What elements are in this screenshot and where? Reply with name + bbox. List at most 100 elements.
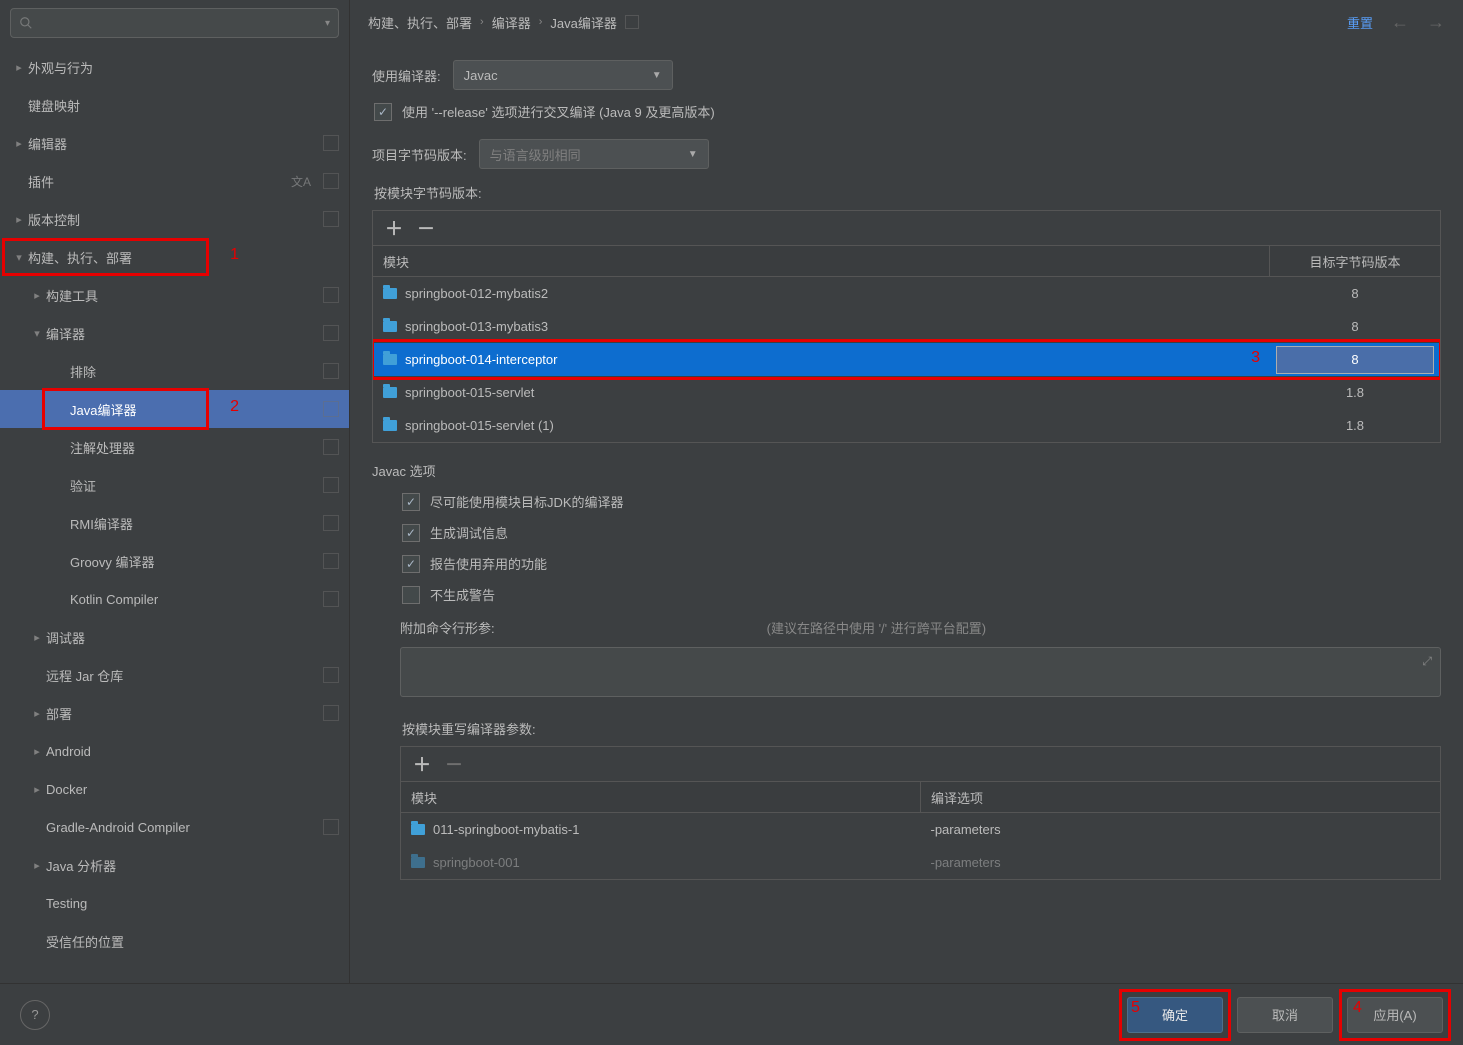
scope-icon — [323, 819, 339, 835]
chevron-right-icon: › — [539, 16, 543, 28]
sidebar-item-label: Java 分析器 — [46, 856, 339, 875]
sidebar-item-label: Gradle-Android Compiler — [46, 820, 317, 835]
scope-icon — [323, 591, 339, 607]
sidebar-item[interactable]: ▸Java 分析器 — [0, 846, 349, 884]
sidebar-item[interactable]: ▸注解处理器 — [0, 428, 349, 466]
breadcrumb-part[interactable]: 构建、执行、部署 — [368, 13, 472, 32]
sidebar-item[interactable]: ▸部署 — [0, 694, 349, 732]
sidebar-item-label: Testing — [46, 896, 339, 911]
target-version[interactable]: 8 — [1270, 344, 1440, 376]
chevron-right-icon: ▸ — [28, 859, 46, 872]
chevron-right-icon: ▸ — [28, 745, 46, 758]
target-version[interactable]: 1.8 — [1270, 418, 1440, 433]
checkbox-label: 尽可能使用模块目标JDK的编译器 — [430, 492, 624, 511]
add-button[interactable]: ＋ — [385, 215, 403, 241]
table-row[interactable]: springboot-013-mybatis38 — [373, 310, 1440, 343]
table-row[interactable]: springboot-001-parameters — [401, 846, 1440, 879]
table-row[interactable]: 011-springboot-mybatis-1-parameters — [401, 813, 1440, 846]
sidebar-item-label: Docker — [46, 782, 339, 797]
sidebar-item[interactable]: ▸RMI编译器 — [0, 504, 349, 542]
remove-button[interactable]: － — [445, 751, 463, 777]
scope-icon — [323, 211, 339, 227]
expand-icon[interactable]: ⤢ — [1422, 654, 1432, 669]
folder-icon — [411, 824, 425, 835]
chevron-down-icon: ▾ — [10, 251, 28, 264]
sidebar-item-label: 调试器 — [46, 628, 339, 647]
table-row[interactable]: springboot-014-interceptor83 — [373, 343, 1440, 376]
settings-sidebar: ▾ ▸外观与行为▸键盘映射▸编辑器▸插件文A▸版本控制▾构建、执行、部署1▸构建… — [0, 0, 350, 983]
back-icon[interactable]: ← — [1391, 12, 1409, 33]
remove-button[interactable]: － — [417, 215, 435, 241]
table-row[interactable]: springboot-015-servlet (1)1.8 — [373, 409, 1440, 442]
sidebar-item[interactable]: ▾构建、执行、部署1 — [0, 238, 349, 276]
chevron-down-icon: ▼ — [652, 70, 662, 81]
sidebar-item[interactable]: ▸排除 — [0, 352, 349, 390]
table-row[interactable]: springboot-012-mybatis28 — [373, 277, 1440, 310]
sidebar-item[interactable]: ▾编译器 — [0, 314, 349, 352]
apply-button[interactable]: 应用(A) — [1347, 997, 1443, 1033]
sidebar-item-label: 部署 — [46, 704, 317, 723]
settings-tree[interactable]: ▸外观与行为▸键盘映射▸编辑器▸插件文A▸版本控制▾构建、执行、部署1▸构建工具… — [0, 44, 349, 983]
additional-cmd-input[interactable]: ⤢ — [400, 647, 1441, 697]
sidebar-item-label: 排除 — [70, 362, 317, 381]
checkbox[interactable]: ✓ — [402, 555, 420, 573]
scope-icon — [323, 401, 339, 417]
sidebar-item[interactable]: ▸Gradle-Android Compiler — [0, 808, 349, 846]
breadcrumb-part[interactable]: 编译器 — [492, 13, 531, 32]
search-input[interactable]: ▾ — [10, 8, 339, 38]
sidebar-item-label: RMI编译器 — [70, 514, 317, 533]
sidebar-item[interactable]: ▸编辑器 — [0, 124, 349, 162]
sidebar-item-label: Android — [46, 744, 339, 759]
ok-button[interactable]: 确定 — [1127, 997, 1223, 1033]
sidebar-item[interactable]: ▸插件文A — [0, 162, 349, 200]
column-header-module: 模块 — [373, 246, 1270, 276]
target-version[interactable]: 1.8 — [1270, 385, 1440, 400]
chevron-down-icon: ▾ — [28, 327, 46, 340]
sidebar-item[interactable]: ▸外观与行为 — [0, 48, 349, 86]
sidebar-item[interactable]: ▸Kotlin Compiler — [0, 580, 349, 618]
sidebar-item-label: 远程 Jar 仓库 — [46, 666, 317, 685]
sidebar-item-label: 注解处理器 — [70, 438, 317, 457]
chevron-right-icon: ▸ — [10, 137, 28, 150]
checkbox[interactable]: ✓ — [402, 586, 420, 604]
sidebar-item[interactable]: ▸远程 Jar 仓库 — [0, 656, 349, 694]
sidebar-item[interactable]: ▸键盘映射 — [0, 86, 349, 124]
release-checkbox[interactable]: ✓ — [374, 103, 392, 121]
sidebar-item-label: 版本控制 — [28, 210, 317, 229]
checkbox[interactable]: ✓ — [402, 493, 420, 511]
sidebar-item[interactable]: ▸调试器 — [0, 618, 349, 656]
sidebar-item[interactable]: ▸Testing — [0, 884, 349, 922]
target-version[interactable]: 8 — [1270, 319, 1440, 334]
module-name: springboot-001 — [433, 855, 520, 870]
sidebar-item[interactable]: ▸验证 — [0, 466, 349, 504]
sidebar-item-label: 外观与行为 — [28, 58, 339, 77]
add-button[interactable]: ＋ — [413, 751, 431, 777]
project-bytecode-select[interactable]: 与语言级别相同 ▼ — [479, 139, 709, 169]
sidebar-item[interactable]: ▸Docker — [0, 770, 349, 808]
breadcrumb: 构建、执行、部署 › 编译器 › Java编译器 重置 ← → — [350, 0, 1463, 44]
target-version[interactable]: 8 — [1270, 286, 1440, 301]
reset-link[interactable]: 重置 — [1347, 13, 1373, 32]
override-params-table: ＋ － 模块 编译选项 011-springboot-mybatis-1-par… — [400, 746, 1441, 880]
language-icon: 文A — [291, 173, 311, 190]
table-row[interactable]: springboot-015-servlet1.8 — [373, 376, 1440, 409]
chevron-right-icon: ▸ — [10, 61, 28, 74]
sidebar-item-label: 构建、执行、部署 — [28, 248, 339, 267]
folder-icon — [383, 420, 397, 431]
forward-icon[interactable]: → — [1427, 12, 1445, 33]
checkbox[interactable]: ✓ — [402, 524, 420, 542]
compiler-select[interactable]: Javac ▼ — [453, 60, 673, 90]
override-params-label: 按模块重写编译器参数: — [374, 719, 1441, 738]
scope-icon — [323, 667, 339, 683]
folder-icon — [383, 288, 397, 299]
sidebar-item[interactable]: ▸Java编译器2 — [0, 390, 349, 428]
sidebar-item[interactable]: ▸受信任的位置 — [0, 922, 349, 960]
sidebar-item[interactable]: ▸版本控制 — [0, 200, 349, 238]
sidebar-item[interactable]: ▸Groovy 编译器 — [0, 542, 349, 580]
sidebar-item[interactable]: ▸构建工具 — [0, 276, 349, 314]
folder-icon — [383, 321, 397, 332]
cancel-button[interactable]: 取消 — [1237, 997, 1333, 1033]
sidebar-item[interactable]: ▸Android — [0, 732, 349, 770]
folder-icon — [383, 354, 397, 365]
help-button[interactable]: ? — [20, 1000, 50, 1030]
